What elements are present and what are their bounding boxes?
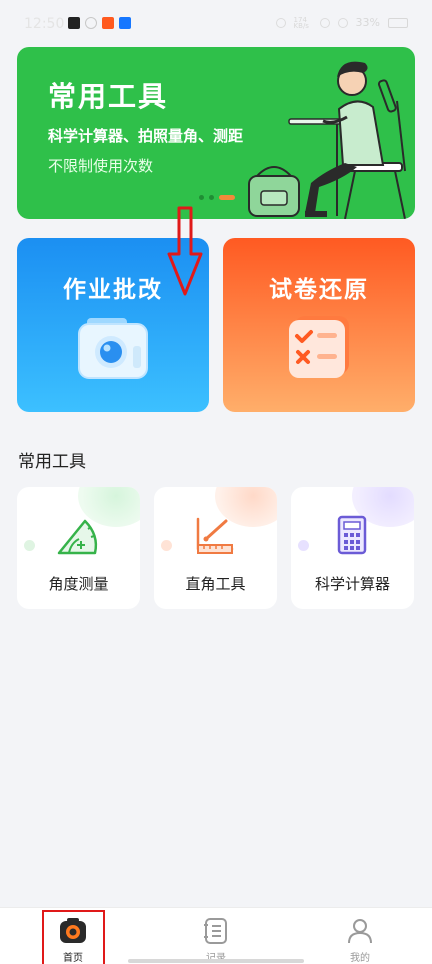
protractor-icon xyxy=(57,519,98,555)
carousel-indicator xyxy=(199,195,235,200)
student-studying-illustration xyxy=(248,61,406,219)
sync-icon xyxy=(85,17,97,29)
annotation-arrow xyxy=(167,206,203,296)
set-square-icon xyxy=(196,517,234,554)
tools-section-title: 常用工具 xyxy=(18,452,86,472)
calculator-icon xyxy=(337,515,367,555)
nav-records[interactable]: 记录 xyxy=(176,908,256,964)
home-indicator[interactable] xyxy=(128,959,304,963)
banner-description: 不限制使用次数 xyxy=(48,157,154,175)
alipay-icon xyxy=(119,17,131,29)
scientific-calculator-tool[interactable]: 科学计算器 xyxy=(291,487,414,609)
angle-measure-tool[interactable]: 角度测量 xyxy=(17,487,140,609)
status-indicators: 174 KB/s 33% xyxy=(275,15,408,30)
exam-restore-title: 试卷还原 xyxy=(269,277,369,303)
battery-percent: 33% xyxy=(355,16,380,29)
scientific-calculator-label: 科学计算器 xyxy=(314,575,390,593)
right-angle-label: 直角工具 xyxy=(185,575,246,593)
records-icon xyxy=(204,918,227,944)
carousel-dot xyxy=(199,195,204,200)
highlight-box xyxy=(42,910,105,964)
carousel-dot xyxy=(209,195,214,200)
exam-restore-card[interactable]: 试卷还原 xyxy=(223,238,415,412)
wifi-icon xyxy=(337,17,348,28)
angle-measure-label: 角度测量 xyxy=(48,575,109,593)
status-time: 12:50 xyxy=(24,16,65,32)
right-angle-tool[interactable]: 直角工具 xyxy=(154,487,277,609)
camera-icon xyxy=(78,318,148,379)
nav-home[interactable]: 首页 xyxy=(33,908,113,964)
notification-icons xyxy=(68,17,131,29)
nav-mine-label: 我的 xyxy=(350,953,370,964)
banner-subtitle: 科学计算器、拍照量角、测距 xyxy=(48,127,244,145)
banner-title: 常用工具 xyxy=(48,80,169,113)
alarm-icon xyxy=(275,17,286,28)
checklist-icon xyxy=(289,316,349,378)
video-app-icon xyxy=(68,17,80,29)
battery-icon xyxy=(388,17,408,28)
nav-mine[interactable]: 我的 xyxy=(320,908,400,964)
network-speed: 174 KB/s xyxy=(293,15,309,30)
bottom-nav: 首页 记录 我的 xyxy=(0,907,432,964)
profile-icon xyxy=(348,919,372,944)
app-notification-icon xyxy=(102,17,114,29)
do-not-disturb-icon xyxy=(319,17,330,28)
status-bar: 12:50 174 KB/s 33% xyxy=(0,0,432,44)
carousel-dot-active xyxy=(219,195,235,200)
promo-banner[interactable]: 常用工具 科学计算器、拍照量角、测距 不限制使用次数 xyxy=(17,47,415,219)
